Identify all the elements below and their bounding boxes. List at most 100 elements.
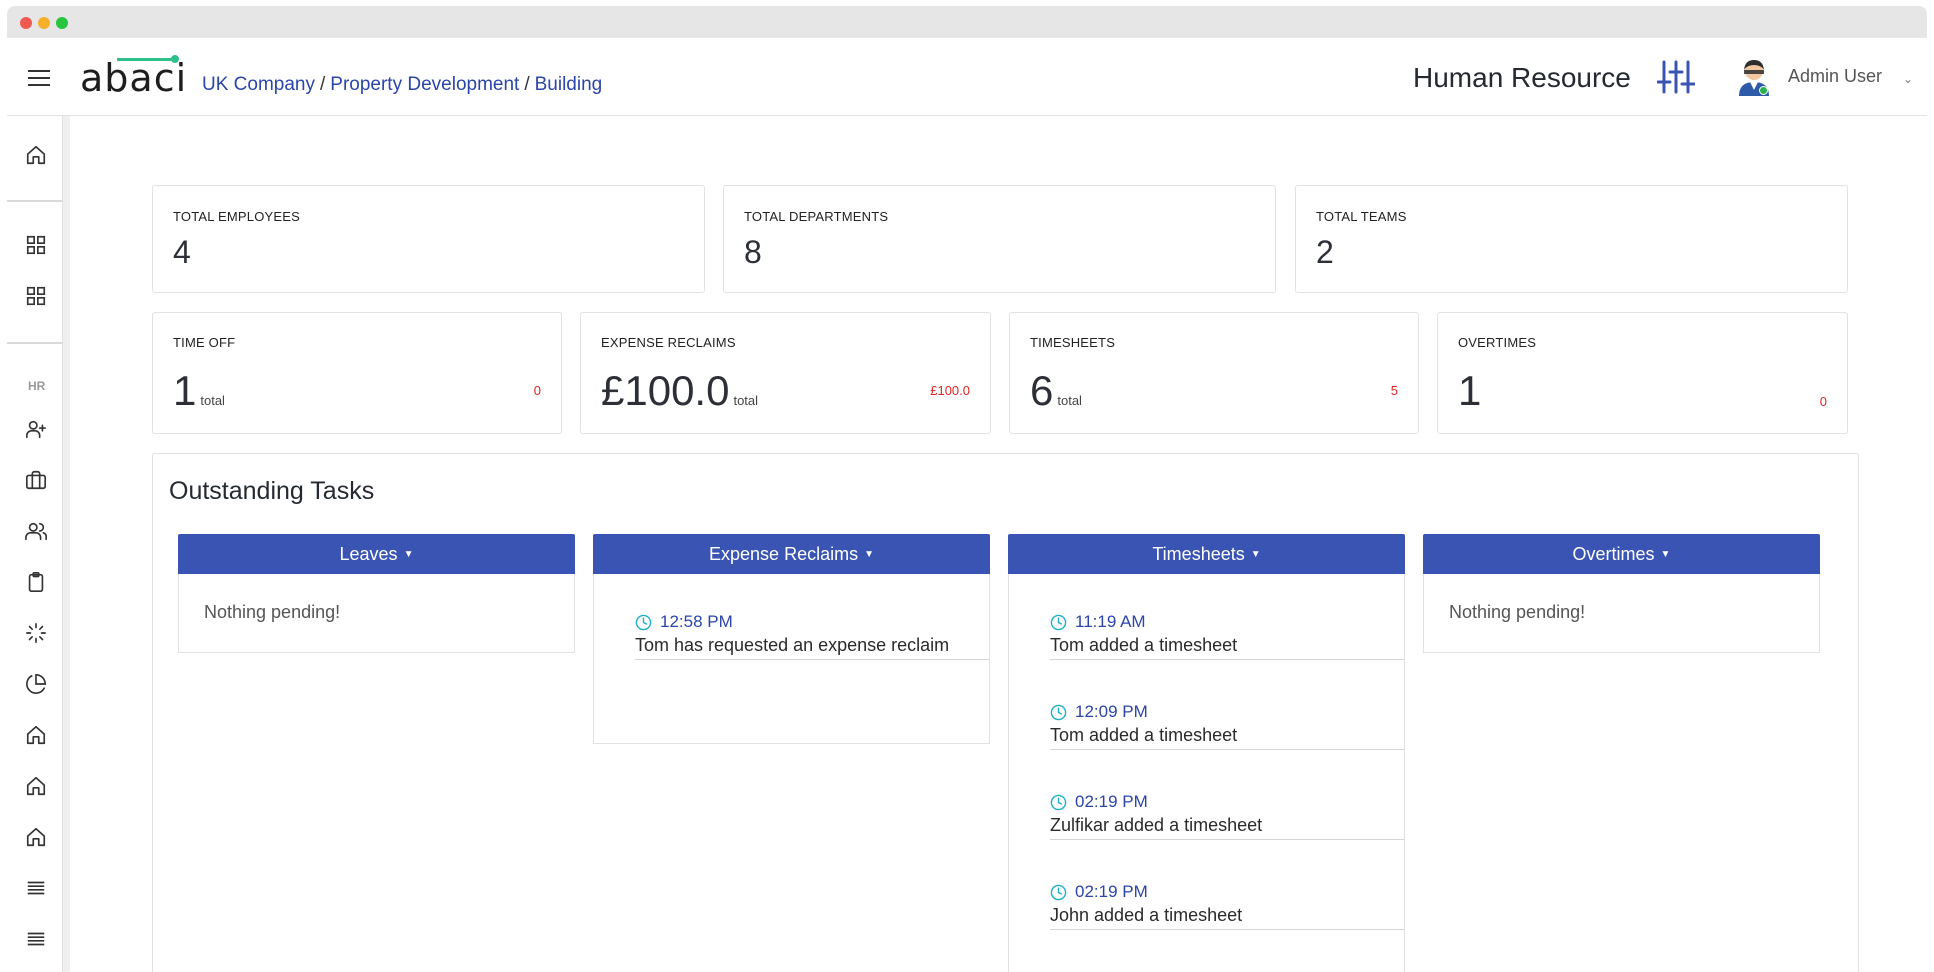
stat-card-total-departments: TOTAL DEPARTMENTS 8 xyxy=(723,185,1276,293)
clock-icon xyxy=(1050,794,1067,810)
stat-value: 2 xyxy=(1316,234,1334,270)
chevron-down-icon[interactable]: ⌄ xyxy=(1903,72,1913,86)
task-entry-time-text: 11:19 AM xyxy=(1075,612,1146,631)
breadcrumb-project[interactable]: Building xyxy=(535,74,603,95)
home-icon[interactable] xyxy=(25,826,47,848)
stat-pending-count: 0 xyxy=(1819,394,1827,409)
leaves-dropdown-button[interactable]: Leaves ▼ xyxy=(178,534,575,574)
loader-icon[interactable] xyxy=(25,622,47,644)
task-entry-time-text: 12:09 PM xyxy=(1075,702,1148,721)
breadcrumb-separator: / xyxy=(524,74,530,95)
task-entry-time: 12:09 PM xyxy=(1050,702,1404,722)
stat-pending-count: 5 xyxy=(1390,383,1398,398)
stat-card-overtimes: OVERTIMES 1 0 xyxy=(1437,312,1848,434)
online-status-dot xyxy=(1759,86,1768,95)
column-body: Nothing pending! xyxy=(178,574,575,653)
expense-reclaims-dropdown-button[interactable]: Expense Reclaims ▼ xyxy=(593,534,990,574)
stat-card-time-off: TIME OFF 1 total 0 xyxy=(152,312,562,434)
stat-number: 6 xyxy=(1030,367,1054,414)
maximize-window-button[interactable] xyxy=(56,17,68,29)
breadcrumb-separator: / xyxy=(320,74,326,95)
stat-pending-amount: £100.0 xyxy=(930,383,970,398)
stat-value: £100.0 total xyxy=(601,367,758,415)
user-menu-name[interactable]: Admin User xyxy=(1788,66,1882,87)
home-icon[interactable] xyxy=(25,144,47,166)
clock-icon xyxy=(1050,704,1067,720)
clock-icon xyxy=(1050,614,1067,630)
stat-total-label: total xyxy=(733,393,759,408)
task-column-timesheets: Timesheets ▼ 11:19 AM Tom added a timeshe… xyxy=(1008,534,1405,972)
sidebar-divider xyxy=(7,200,63,202)
stat-label: TOTAL TEAMS xyxy=(1316,209,1407,224)
empty-state-text: Nothing pending! xyxy=(1449,602,1586,622)
stat-label: TOTAL DEPARTMENTS xyxy=(744,209,889,224)
task-entry-text: Zulfikar added a timesheet xyxy=(1050,815,1263,835)
stat-label: OVERTIMES xyxy=(1458,335,1537,350)
breadcrumb-company[interactable]: UK Company xyxy=(202,74,315,95)
stat-number: £100.0 xyxy=(601,367,730,414)
task-column-overtimes: Overtimes ▼ Nothing pending! xyxy=(1423,534,1820,653)
close-window-button[interactable] xyxy=(20,17,32,29)
task-entry-time: 02:19 PM xyxy=(1050,792,1404,812)
timesheets-dropdown-button[interactable]: Timesheets ▼ xyxy=(1008,534,1405,574)
app-logo[interactable]: abaci xyxy=(80,56,187,100)
task-entry-text: Tom added a timesheet xyxy=(1050,635,1238,655)
column-header-label: Timesheets xyxy=(1152,544,1245,564)
stat-total-label: total xyxy=(200,393,225,408)
column-body: 11:19 AM Tom added a timesheet 12:09 PM … xyxy=(1008,574,1405,972)
caret-down-icon: ▼ xyxy=(1250,549,1261,561)
grid-icon[interactable] xyxy=(25,234,47,256)
list-icon[interactable] xyxy=(25,877,47,899)
sidebar: HR xyxy=(7,116,63,972)
task-entry-text: John added a timesheet xyxy=(1050,905,1243,925)
task-entry[interactable]: 11:19 AM Tom added a timesheet xyxy=(1050,574,1404,660)
sidebar-scrollbar[interactable] xyxy=(63,116,70,972)
top-navbar: abaci UK Company / Property Development / Bu… xyxy=(7,38,1927,116)
stat-label: EXPENSE RECLAIMS xyxy=(601,335,736,350)
clipboard-icon[interactable] xyxy=(25,571,47,593)
minimize-window-button[interactable] xyxy=(38,17,50,29)
briefcase-icon[interactable] xyxy=(25,469,47,491)
breadcrumb-division[interactable]: Property Development xyxy=(330,74,519,95)
column-body: 12:58 PM Tom has requested an expense re… xyxy=(593,574,990,744)
column-header-label: Leaves xyxy=(339,544,398,564)
task-entry-time-text: 02:19 PM xyxy=(1075,882,1148,901)
home-icon[interactable] xyxy=(25,775,47,797)
pie-chart-icon[interactable] xyxy=(25,673,47,695)
browser-window: abaci UK Company / Property Development / Bu… xyxy=(7,6,1927,972)
user-plus-icon[interactable] xyxy=(25,418,47,440)
task-entry-time-text: 02:19 PM xyxy=(1075,792,1148,811)
task-entry-text: Tom added a timesheet xyxy=(1050,725,1238,745)
task-entry-time: 12:58 PM xyxy=(635,612,989,632)
empty-state-text: Nothing pending! xyxy=(204,602,341,622)
stat-pending-count: 0 xyxy=(533,383,541,398)
breadcrumb: UK Company / Property Development / Building xyxy=(202,74,602,96)
stat-value: 8 xyxy=(744,234,762,270)
users-icon[interactable] xyxy=(25,520,48,542)
task-entry[interactable]: 12:09 PM Tom added a timesheet xyxy=(1050,660,1404,750)
column-body: Nothing pending! xyxy=(1423,574,1820,653)
home-icon[interactable] xyxy=(25,724,47,746)
stat-card-total-employees: TOTAL EMPLOYEES 4 xyxy=(152,185,705,293)
sidebar-section-label: HR xyxy=(28,379,46,393)
task-column-leaves: Leaves ▼ Nothing pending! xyxy=(178,534,575,653)
task-entry[interactable]: 12:58 PM Tom has requested an expense re… xyxy=(635,574,989,660)
sidebar-divider xyxy=(7,342,63,344)
stat-card-expense-reclaims: EXPENSE RECLAIMS £100.0 total £100.0 xyxy=(580,312,991,434)
stat-card-total-teams: TOTAL TEAMS 2 xyxy=(1295,185,1848,293)
stat-value: 4 xyxy=(173,234,191,270)
outstanding-tasks-panel: Outstanding Tasks Leaves ▼ Nothing pendin… xyxy=(152,453,1859,972)
task-entry[interactable]: 02:19 PM Zulfikar added a timesheet xyxy=(1050,750,1404,840)
grid-icon[interactable] xyxy=(25,285,47,307)
task-entry[interactable]: 02:19 PM John added a timesheet xyxy=(1050,840,1404,930)
task-entry-time-text: 12:58 PM xyxy=(660,612,733,631)
list-icon[interactable] xyxy=(25,928,47,950)
caret-down-icon: ▼ xyxy=(403,549,414,561)
overtimes-dropdown-button[interactable]: Overtimes ▼ xyxy=(1423,534,1820,574)
caret-down-icon: ▼ xyxy=(1660,549,1671,561)
task-entry-time: 11:19 AM xyxy=(1050,612,1404,632)
column-header-label: Expense Reclaims xyxy=(709,544,859,564)
stat-value: 1 xyxy=(1458,367,1485,415)
sliders-icon[interactable] xyxy=(1656,60,1696,94)
menu-toggle-icon[interactable] xyxy=(28,70,50,86)
